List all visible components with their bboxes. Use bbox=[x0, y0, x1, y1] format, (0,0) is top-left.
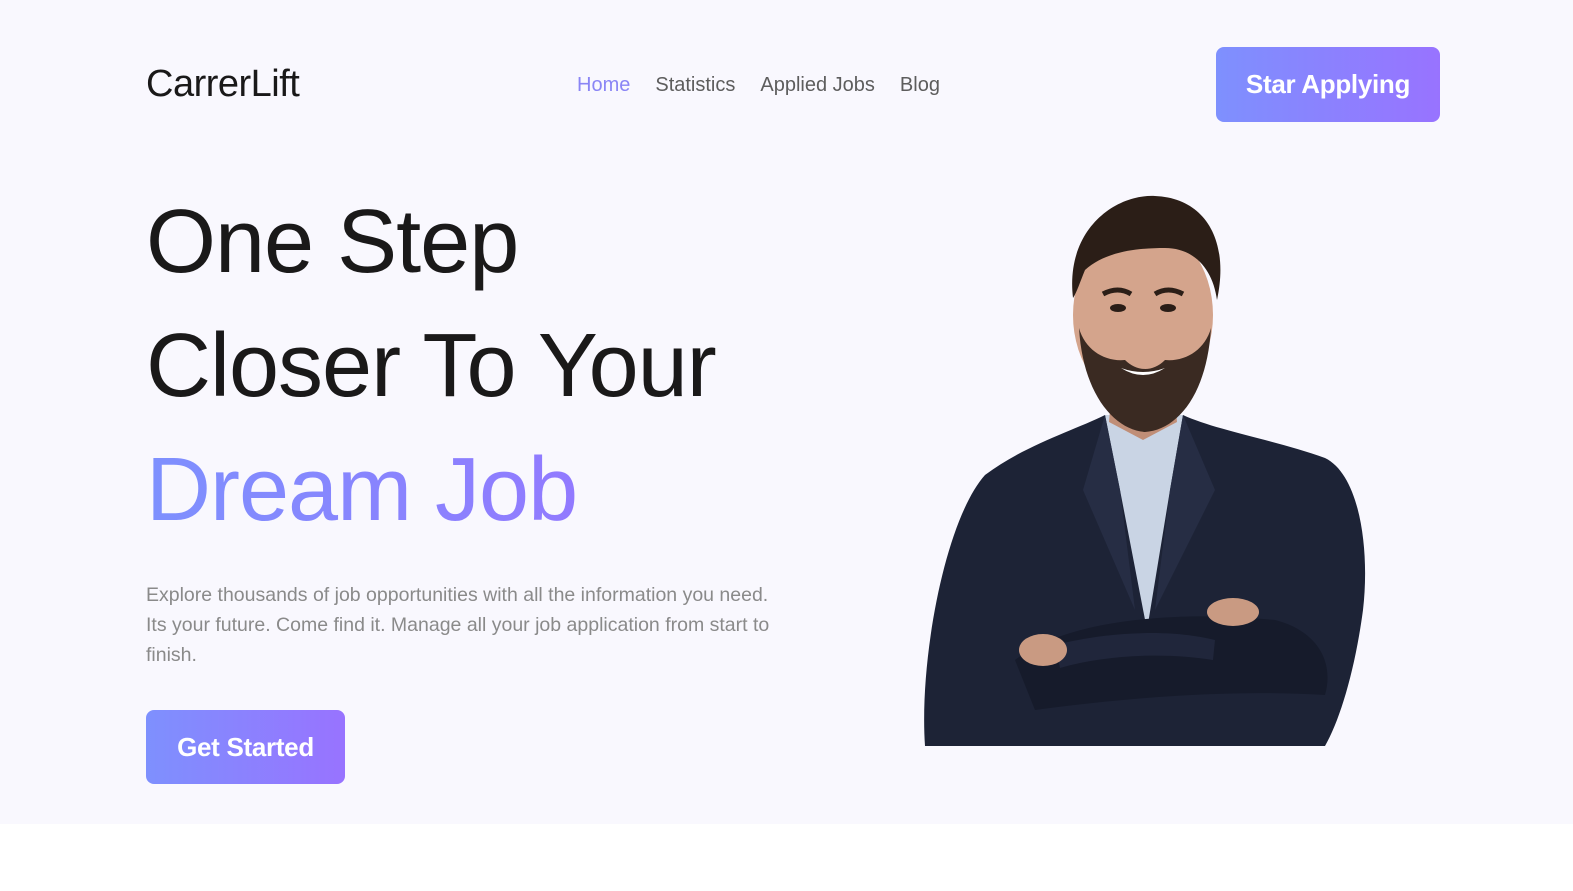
headline-accent: Dream Job bbox=[146, 428, 716, 552]
hero-section: CarrerLift Home Statistics Applied Jobs … bbox=[0, 0, 1573, 824]
headline-line-2: Closer To Your bbox=[146, 316, 717, 416]
nav-link-statistics[interactable]: Statistics bbox=[655, 72, 735, 98]
hero-description: Explore thousands of job opportunities w… bbox=[146, 584, 770, 666]
nav-link-home[interactable]: Home bbox=[577, 72, 630, 98]
get-started-button[interactable]: Get Started bbox=[146, 710, 345, 784]
headline-line-1: One Step bbox=[146, 192, 519, 292]
main-nav: Home Statistics Applied Jobs Blog bbox=[577, 72, 940, 98]
start-applying-button[interactable]: Star Applying bbox=[1216, 47, 1440, 122]
nav-link-blog[interactable]: Blog bbox=[900, 72, 940, 98]
hero-headline: One Step Closer To Your Dream Job bbox=[146, 180, 717, 552]
brand-logo[interactable]: CarrerLift bbox=[146, 62, 300, 106]
hero-portrait-image bbox=[924, 195, 1366, 746]
nav-link-applied-jobs[interactable]: Applied Jobs bbox=[760, 72, 875, 98]
